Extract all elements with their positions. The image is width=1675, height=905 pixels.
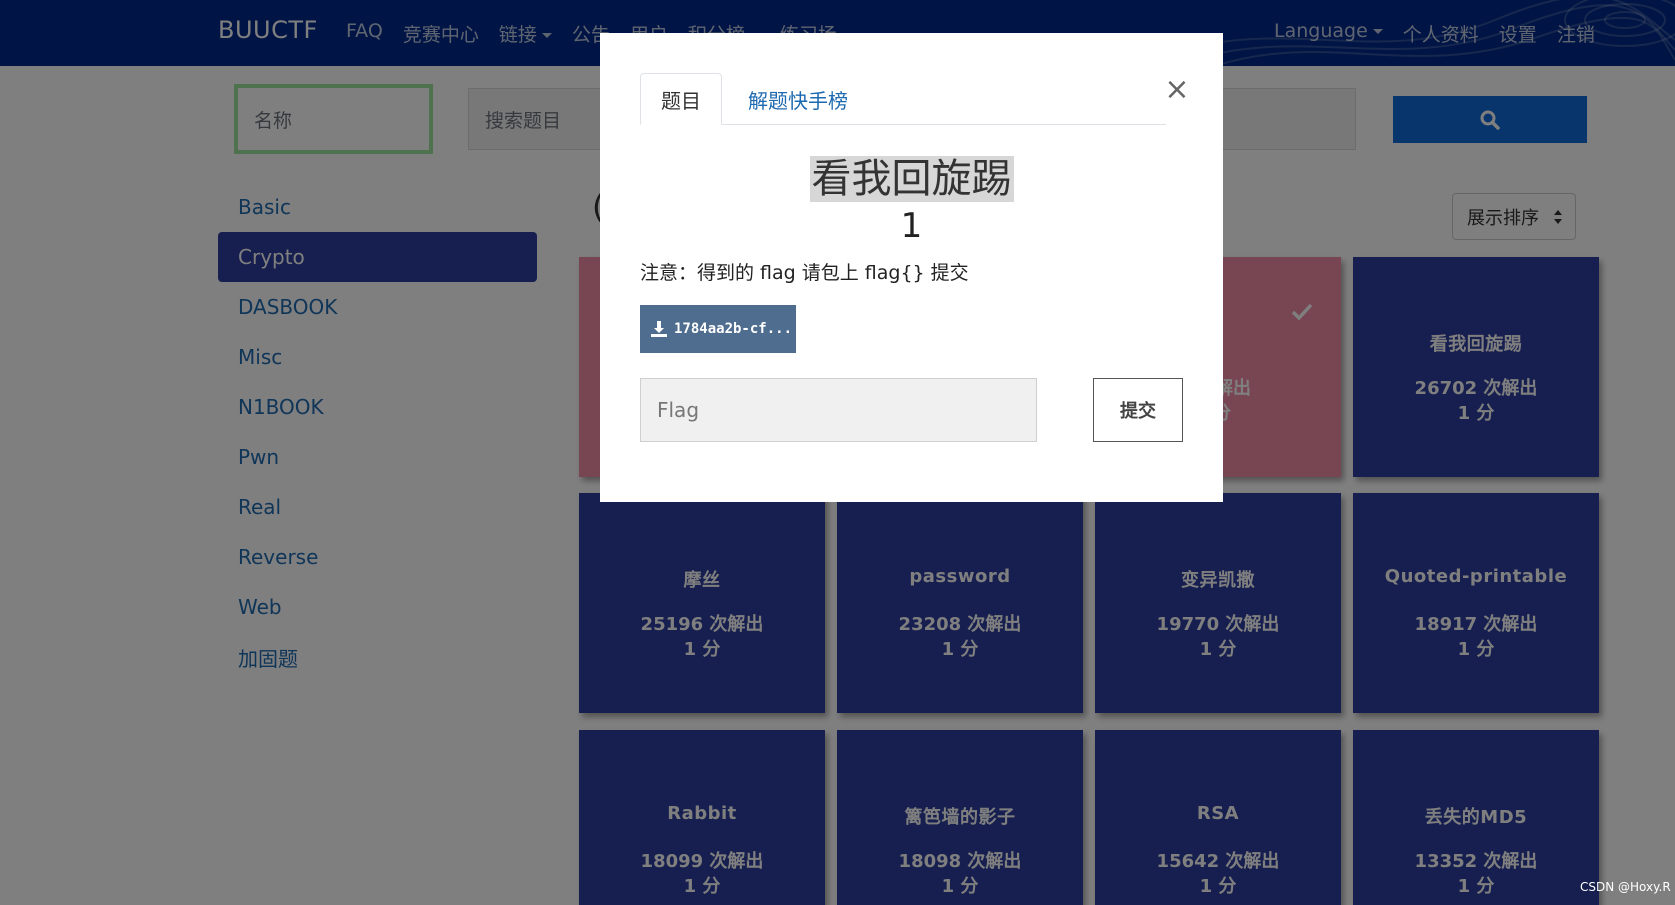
challenge-title-text: 看我回旋踢 [809, 156, 1014, 202]
tab-solves[interactable]: 解题快手榜 [743, 73, 853, 125]
close-icon[interactable]: × [1164, 75, 1190, 105]
submit-button-label: 提交 [1120, 401, 1156, 422]
challenge-title: 看我回旋踢 [600, 146, 1223, 204]
download-icon [651, 321, 667, 337]
submit-button[interactable]: 提交 [1093, 378, 1183, 442]
watermark: CSDN @Hoxy.R [1580, 880, 1671, 894]
tab-challenge-label: 题目 [661, 88, 701, 113]
challenge-modal: 题目 解题快手榜 × 看我回旋踢 1 注意：得到的 flag 请包上 flag{… [600, 33, 1223, 502]
flag-input[interactable]: Flag [640, 378, 1037, 442]
tab-challenge[interactable]: 题目 [640, 73, 722, 125]
download-file-button[interactable]: 1784aa2b-cf... [640, 305, 796, 353]
modal-tabs: 题目 解题快手榜 [640, 73, 1166, 125]
tab-solves-label: 解题快手榜 [748, 88, 848, 113]
challenge-value: 1 [900, 206, 923, 246]
download-file-label: 1784aa2b-cf... [674, 321, 793, 337]
flag-input-placeholder: Flag [657, 398, 700, 422]
challenge-description: 注意：得到的 flag 请包上 flag{} 提交 [640, 262, 969, 284]
